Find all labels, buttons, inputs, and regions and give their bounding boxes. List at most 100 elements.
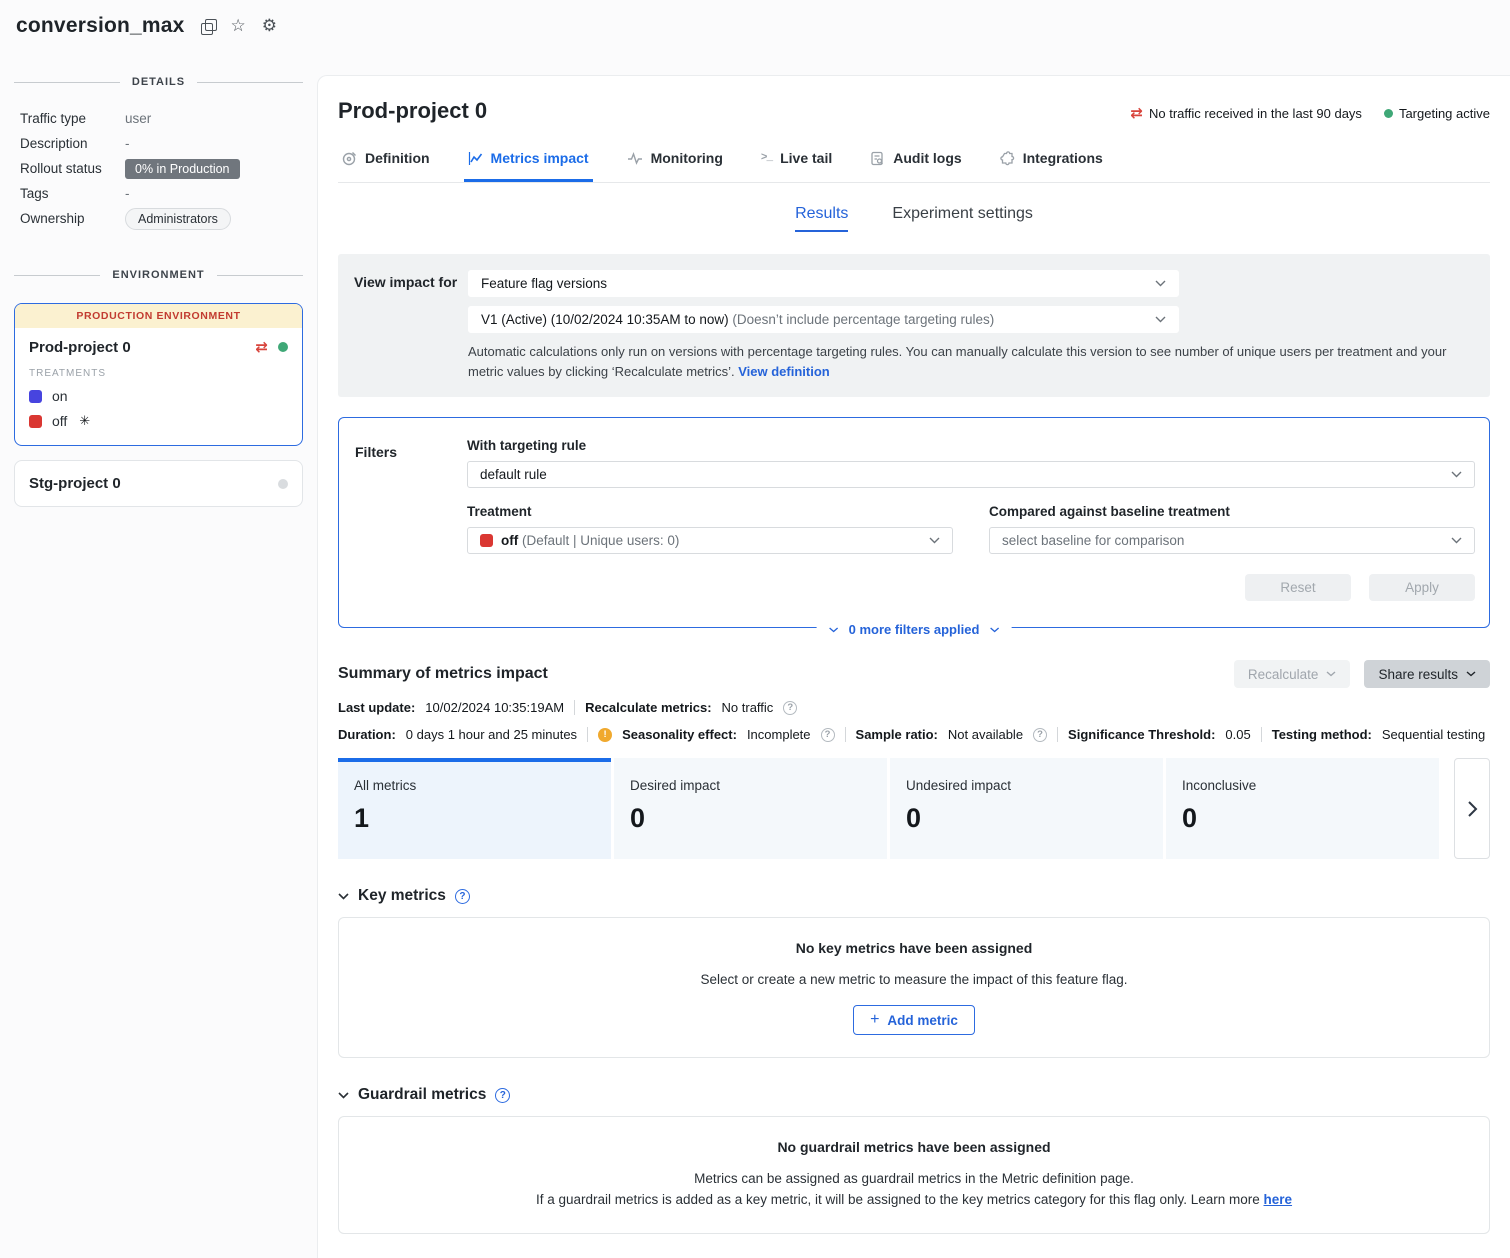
environment-heading: ENVIRONMENT (112, 269, 204, 281)
no-traffic-icon: ⇄ (255, 338, 268, 356)
tab-definition[interactable]: Definition (338, 144, 434, 182)
warning-icon: ! (598, 728, 612, 742)
treatment-on-color (29, 390, 42, 403)
details-heading: DETAILS (132, 76, 185, 88)
learn-more-link[interactable]: here (1264, 1192, 1293, 1207)
key-metrics-empty-card: No key metrics have been assigned Select… (338, 917, 1490, 1058)
chevron-down-icon (1155, 280, 1166, 287)
chevron-down-icon (1451, 471, 1462, 478)
copy-icon[interactable] (201, 19, 215, 34)
cards-next-button[interactable] (1454, 758, 1490, 859)
key-metrics-header: Key metrics ? (338, 887, 1490, 905)
more-filters-toggle[interactable]: 0 more filters applied (817, 622, 1012, 637)
treatment-off-color (29, 415, 42, 428)
impact-note: Automatic calculations only run on versi… (468, 342, 1474, 381)
help-icon[interactable]: ? (495, 1088, 510, 1103)
detail-row-description: Description - (20, 131, 303, 156)
key-metrics-title: Key metrics (358, 887, 446, 905)
baseline-dropdown[interactable]: select baseline for comparison (989, 527, 1475, 554)
metrics-summary-cards: All metrics 1 Desired impact 0 Undesired… (338, 758, 1490, 859)
guardrail-metrics-empty-card: No guardrail metrics have been assigned … (338, 1116, 1490, 1234)
results-subtabs: Results Experiment settings (338, 205, 1490, 232)
view-definition-link[interactable]: View definition (738, 364, 830, 379)
main-wrap: Prod-project 0 ⇄ No traffic received in … (317, 0, 1510, 1258)
targeting-rule-dropdown[interactable]: default rule (467, 461, 1475, 488)
tab-integrations[interactable]: Integrations (996, 144, 1107, 182)
add-metric-button[interactable]: + Add metric (853, 1005, 975, 1035)
apply-button[interactable]: Apply (1369, 574, 1475, 601)
baseline-field: Compared against baseline treatment sele… (989, 504, 1475, 554)
main-panel: Prod-project 0 ⇄ No traffic received in … (317, 75, 1510, 1258)
subtab-experiment-settings[interactable]: Experiment settings (892, 205, 1033, 232)
inactive-status-dot (278, 479, 288, 489)
chevron-down-icon (829, 627, 839, 633)
treatment-on-row: on (29, 388, 288, 404)
tab-audit-logs[interactable]: Audit logs (866, 144, 965, 182)
star-icon[interactable]: ☆ (231, 18, 246, 35)
chevron-down-icon (1326, 671, 1336, 677)
treatments-label: TREATMENTS (29, 368, 288, 379)
targeting-status: Targeting active (1384, 106, 1490, 121)
help-icon[interactable]: ? (783, 701, 797, 715)
treatment-dropdown[interactable]: off (Default | Unique users: 0) (467, 527, 953, 554)
treatment-off-color (480, 534, 493, 547)
detail-row-tags: Tags - (20, 181, 303, 206)
gear-icon[interactable]: ⚙ (262, 18, 277, 35)
guardrail-metrics-header: Guardrail metrics ? (338, 1086, 1490, 1104)
environment-divider: ENVIRONMENT (14, 269, 303, 281)
summary-heading: Summary of metrics impact (338, 665, 1234, 683)
card-inconclusive[interactable]: Inconclusive 0 (1166, 758, 1439, 859)
treatment-field: Treatment off (Default | Unique users: 0… (467, 504, 953, 554)
pulse-icon (627, 151, 643, 166)
filters-section: Filters With targeting rule default rule… (338, 417, 1490, 628)
subtab-results[interactable]: Results (795, 205, 848, 232)
collapse-icon[interactable] (338, 1092, 349, 1099)
tab-metrics-impact[interactable]: Metrics impact (464, 144, 593, 182)
chevron-down-icon (1466, 671, 1476, 677)
recalculate-button[interactable]: Recalculate (1234, 660, 1351, 688)
treatment-label: Treatment (467, 504, 953, 519)
main-tabs: Definition Metrics impact Monitoring >_ … (338, 144, 1490, 183)
targeting-rule-label: With targeting rule (467, 438, 1475, 453)
environment-card-staging[interactable]: Stg-project 0 (14, 460, 303, 507)
view-impact-section: View impact for Feature flag versions V1… (338, 254, 1490, 397)
chart-line-icon (468, 151, 483, 166)
impact-version-dropdown[interactable]: V1 (Active) (10/02/2024 10:35AM to now) … (468, 306, 1179, 333)
card-undesired-impact[interactable]: Undesired impact 0 (890, 758, 1163, 859)
no-traffic-status: ⇄ No traffic received in the last 90 day… (1130, 104, 1362, 122)
detail-row-rollout-status: Rollout status 0% in Production (20, 156, 303, 181)
flag-title: conversion_max (16, 14, 185, 38)
tab-live-tail[interactable]: >_ Live tail (757, 144, 836, 182)
chevron-down-icon (929, 537, 940, 544)
details-rows: Traffic type user Description - Rollout … (14, 106, 303, 231)
chevron-down-icon (1451, 537, 1462, 544)
plus-icon: + (870, 1011, 879, 1029)
reset-button[interactable]: Reset (1245, 574, 1351, 601)
page-title: Prod-project 0 (338, 98, 487, 124)
filters-label: Filters (353, 438, 467, 601)
tab-monitoring[interactable]: Monitoring (623, 144, 727, 182)
chevron-right-icon (1467, 800, 1478, 818)
rollout-status-badge: 0% in Production (125, 159, 240, 179)
no-traffic-icon: ⇄ (1130, 104, 1143, 122)
prod-environment-name: Prod-project 0 (29, 339, 255, 356)
left-sidebar: conversion_max ☆ ⚙ DETAILS Traffic type … (0, 0, 317, 1258)
help-icon[interactable]: ? (455, 889, 470, 904)
targeting-active-dot (1384, 109, 1393, 118)
guardrail-metrics-title: Guardrail metrics (358, 1086, 486, 1104)
card-desired-impact[interactable]: Desired impact 0 (614, 758, 887, 859)
share-results-button[interactable]: Share results (1364, 660, 1490, 688)
collapse-icon[interactable] (338, 893, 349, 900)
help-icon[interactable]: ? (821, 728, 835, 742)
flag-header: conversion_max ☆ ⚙ (14, 14, 303, 38)
impact-version-type-dropdown[interactable]: Feature flag versions (468, 270, 1179, 297)
help-icon[interactable]: ? (1033, 728, 1047, 742)
environment-card-production[interactable]: PRODUCTION ENVIRONMENT Prod-project 0 ⇄ … (14, 303, 303, 446)
ownership-pill[interactable]: Administrators (125, 208, 231, 230)
baseline-label: Compared against baseline treatment (989, 504, 1475, 519)
target-icon (342, 151, 357, 166)
details-divider: DETAILS (14, 76, 303, 88)
treatment-off-row: off ✳ (29, 413, 288, 429)
card-all-metrics[interactable]: All metrics 1 (338, 758, 611, 859)
treatment-off-label: off (52, 413, 67, 429)
